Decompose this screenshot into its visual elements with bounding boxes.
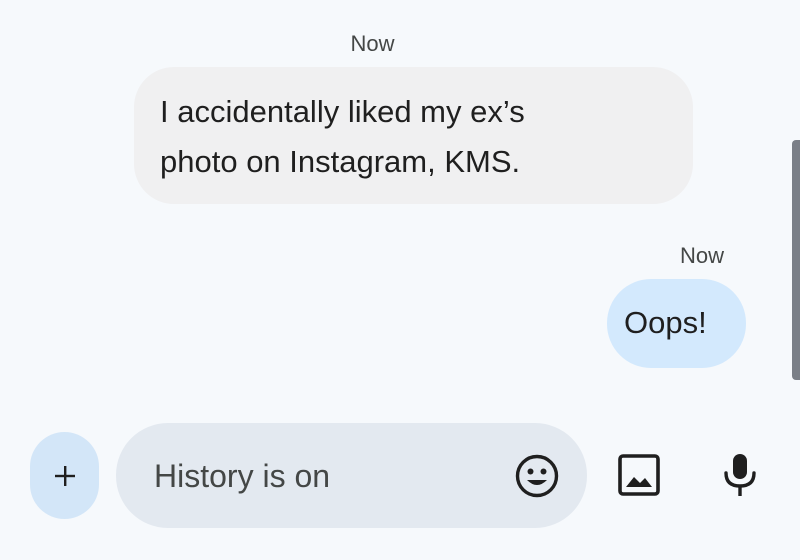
gallery-button[interactable] bbox=[616, 452, 662, 498]
voice-input-button[interactable] bbox=[720, 452, 760, 498]
mic-icon bbox=[720, 452, 760, 498]
message-timestamp: Now bbox=[350, 31, 395, 56]
received-message-bubble[interactable]: I accidentally liked my ex’s photo on In… bbox=[134, 67, 693, 204]
plus-icon bbox=[53, 464, 77, 488]
gallery-icon bbox=[616, 452, 662, 498]
message-input[interactable] bbox=[154, 453, 494, 499]
message-text: Oops! bbox=[624, 305, 707, 340]
emoji-icon bbox=[514, 453, 560, 499]
message-timestamp: Now bbox=[679, 243, 724, 268]
compose-bar bbox=[116, 423, 587, 528]
scrollbar[interactable] bbox=[792, 140, 800, 380]
sent-message-bubble[interactable]: Oops! bbox=[607, 279, 746, 368]
add-attachment-button[interactable] bbox=[30, 432, 99, 519]
emoji-button[interactable] bbox=[514, 453, 560, 499]
message-text-line: photo on Instagram, KMS. bbox=[160, 144, 521, 179]
message-text-line: I accidentally liked my ex’s bbox=[160, 94, 525, 129]
